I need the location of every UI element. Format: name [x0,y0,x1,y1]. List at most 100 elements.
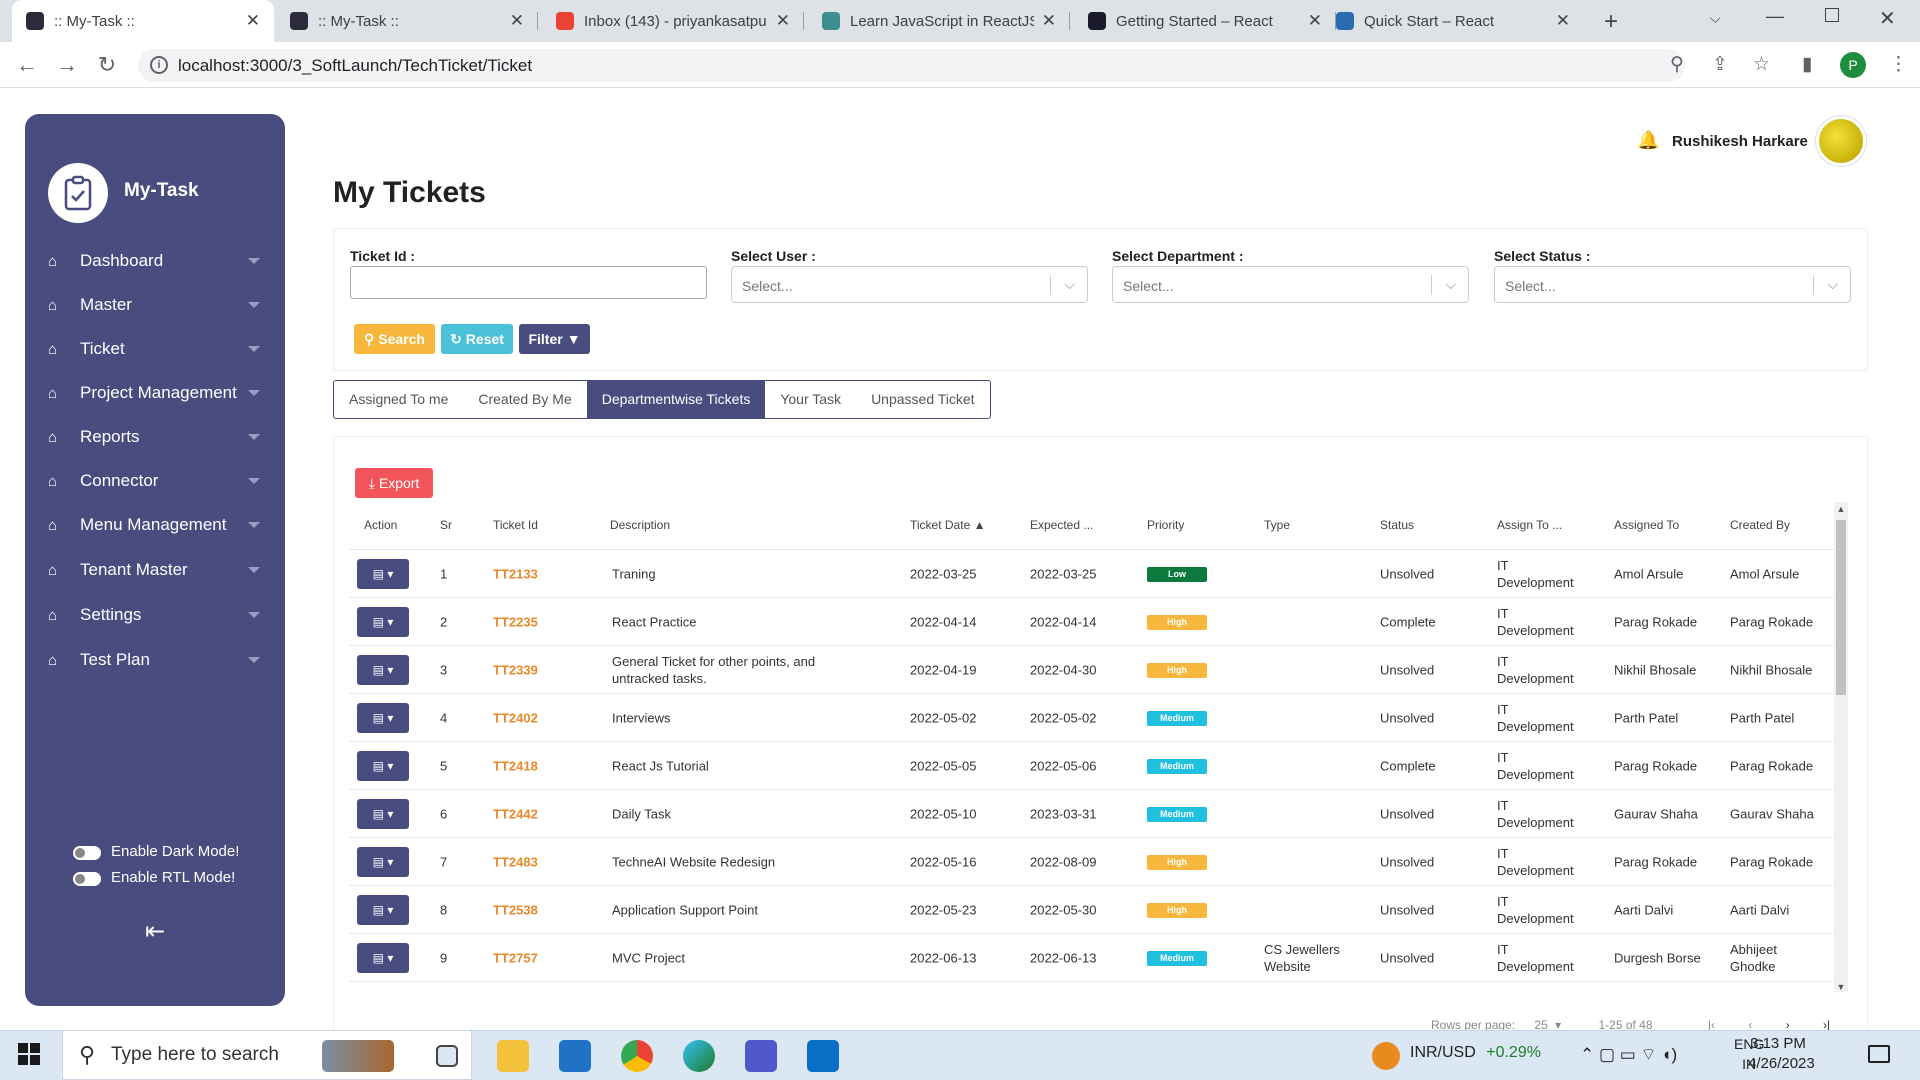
column-header[interactable]: Status [1380,518,1414,532]
scroll-down-icon[interactable]: ▼ [1834,982,1848,992]
cell-ticket-id[interactable]: TT2757 [493,949,603,966]
column-header[interactable]: Description [610,518,670,532]
windows-start-icon[interactable] [18,1043,40,1070]
bookmark-star-icon[interactable]: ☆ [1753,53,1770,76]
edge-icon[interactable] [683,1040,715,1072]
tab-assigned-to-me[interactable]: Assigned To me [334,381,463,418]
new-tab-icon[interactable]: + [1604,8,1618,36]
scrollbar-thumb[interactable] [1836,520,1846,695]
task-view-icon[interactable] [436,1045,458,1067]
close-tab-icon[interactable]: ✕ [246,11,260,31]
vscode-icon[interactable] [807,1040,839,1072]
row-action-button[interactable]: ▤ ▾ [357,799,409,829]
select-user-dropdown[interactable]: Select... ⌵ [731,266,1088,303]
close-tab-icon[interactable]: ✕ [1556,11,1570,31]
column-header[interactable]: Ticket Id [493,518,538,532]
browser-tab[interactable]: Inbox (143) - priyankasatpu ✕ [542,0,804,42]
share-icon[interactable]: ⇪ [1712,53,1728,76]
teams-icon[interactable] [745,1040,777,1072]
zoom-icon[interactable]: ⚲ [1670,53,1684,76]
forward-icon[interactable]: → [54,52,80,78]
column-header[interactable]: Action [364,518,397,532]
row-action-button[interactable]: ▤ ▾ [357,607,409,637]
cell-ticket-id[interactable]: TT2483 [493,853,603,870]
cell-ticket-id[interactable]: TT2339 [493,661,603,678]
chrome-icon[interactable] [621,1040,653,1072]
column-header[interactable]: Type [1264,518,1290,532]
column-header[interactable]: Created By [1730,518,1790,532]
clock[interactable]: 3:13 PM 4/26/2023 [1748,1034,1815,1074]
browser-tab[interactable]: Learn JavaScript in ReactJS. ✕ [808,0,1070,42]
scroll-up-icon[interactable]: ▲ [1834,504,1848,514]
cell-ticket-id[interactable]: TT2538 [493,901,603,918]
ticket-id-input[interactable] [350,266,707,299]
dark-mode-toggle[interactable] [73,846,101,860]
browser-menu-icon[interactable]: ⋮ [1889,53,1908,76]
column-header[interactable]: Sr [440,518,452,532]
select-status-dropdown[interactable]: Select... ⌵ [1494,266,1851,303]
sidebar-item-menu-management[interactable]: ⌂ Menu Management [48,510,260,540]
rtl-mode-toggle[interactable] [73,872,101,886]
notifications-icon[interactable] [1868,1045,1890,1063]
sidebar-item-reports[interactable]: ⌂ Reports [48,422,260,452]
sidebar-item-master[interactable]: ⌂ Master [48,290,260,320]
taskbar-search-box[interactable]: ⚲ Type here to search [62,1030,472,1080]
maximize-icon[interactable] [1825,8,1839,22]
tab-search-icon[interactable]: ⌵ [1710,10,1721,27]
browser-tab[interactable]: :: My-Task :: ✕ [12,0,274,42]
row-action-button[interactable]: ▤ ▾ [357,703,409,733]
close-tab-icon[interactable]: ✕ [510,11,524,31]
sidebar-item-dashboard[interactable]: ⌂ Dashboard [48,246,260,276]
site-info-icon[interactable]: i [150,56,168,74]
cell-ticket-id[interactable]: TT2235 [493,613,603,630]
cell-ticket-id[interactable]: TT2402 [493,709,603,726]
column-header[interactable]: Assign To ... [1497,518,1562,532]
minimize-icon[interactable]: — [1766,6,1784,27]
tab-created-by-me[interactable]: Created By Me [463,381,586,418]
tab-departmentwise-tickets[interactable]: Departmentwise Tickets [586,381,766,418]
sidebar-item-settings[interactable]: ⌂ Settings [48,600,260,630]
file-explorer-icon[interactable] [497,1040,529,1072]
export-button[interactable]: ⤓ Export [355,468,433,498]
sidebar-item-connector[interactable]: ⌂ Connector [48,466,260,496]
avatar[interactable] [1816,116,1866,166]
filter-button[interactable]: Filter ▼ [519,324,590,354]
row-action-button[interactable]: ▤ ▾ [357,751,409,781]
tab-your-task[interactable]: Your Task [765,381,856,418]
column-header[interactable]: Expected ... [1030,518,1093,532]
sidebar-item-ticket[interactable]: ⌂ Ticket [48,334,260,364]
sidebar-item-tenant-master[interactable]: ⌂ Tenant Master [48,555,260,585]
close-tab-icon[interactable]: ✕ [1308,11,1322,31]
column-header[interactable]: Assigned To [1614,518,1679,532]
row-action-button[interactable]: ▤ ▾ [357,559,409,589]
url-field[interactable]: i localhost:3000/3_SoftLaunch/TechTicket… [138,49,1685,82]
row-action-button[interactable]: ▤ ▾ [357,895,409,925]
tab-unpassed-ticket[interactable]: Unpassed Ticket [856,381,990,418]
column-header[interactable]: Priority [1147,518,1184,532]
mail-icon[interactable] [559,1040,591,1072]
close-tab-icon[interactable]: ✕ [776,11,790,31]
back-icon[interactable]: ← [14,52,40,78]
bell-icon[interactable]: 🔔 [1637,130,1659,151]
close-tab-icon[interactable]: ✕ [1042,11,1056,31]
column-header[interactable]: Ticket Date ▲ [910,518,985,532]
tray-icons[interactable]: ⌃ ▢ ▭ ⌔ ◖) [1580,1044,1677,1065]
cell-ticket-id[interactable]: TT2442 [493,805,603,822]
reload-icon[interactable]: ↻ [94,52,120,78]
currency-widget[interactable]: INR/USD +0.29% [1380,1044,1541,1062]
collapse-sidebar-icon[interactable]: ⇤ [145,917,165,946]
select-department-dropdown[interactable]: Select... ⌵ [1112,266,1469,303]
browser-tab[interactable]: Getting Started – React ✕ [1074,0,1336,42]
side-panel-icon[interactable]: ▮ [1802,53,1812,76]
search-highlight-icon[interactable] [322,1040,394,1072]
search-button[interactable]: ⚲ Search [354,324,435,354]
cell-ticket-id[interactable]: TT2133 [493,565,603,582]
profile-avatar[interactable]: P [1840,52,1866,78]
row-action-button[interactable]: ▤ ▾ [357,943,409,973]
browser-tab[interactable]: Quick Start – React ✕ [1322,0,1584,42]
sidebar-item-test-plan[interactable]: ⌂ Test Plan [48,645,260,675]
sidebar-item-project-management[interactable]: ⌂ Project Management [48,378,260,408]
close-window-icon[interactable]: ✕ [1879,6,1896,31]
browser-tab[interactable]: :: My-Task :: ✕ [276,0,538,42]
reset-button[interactable]: ↻ Reset [441,324,513,354]
